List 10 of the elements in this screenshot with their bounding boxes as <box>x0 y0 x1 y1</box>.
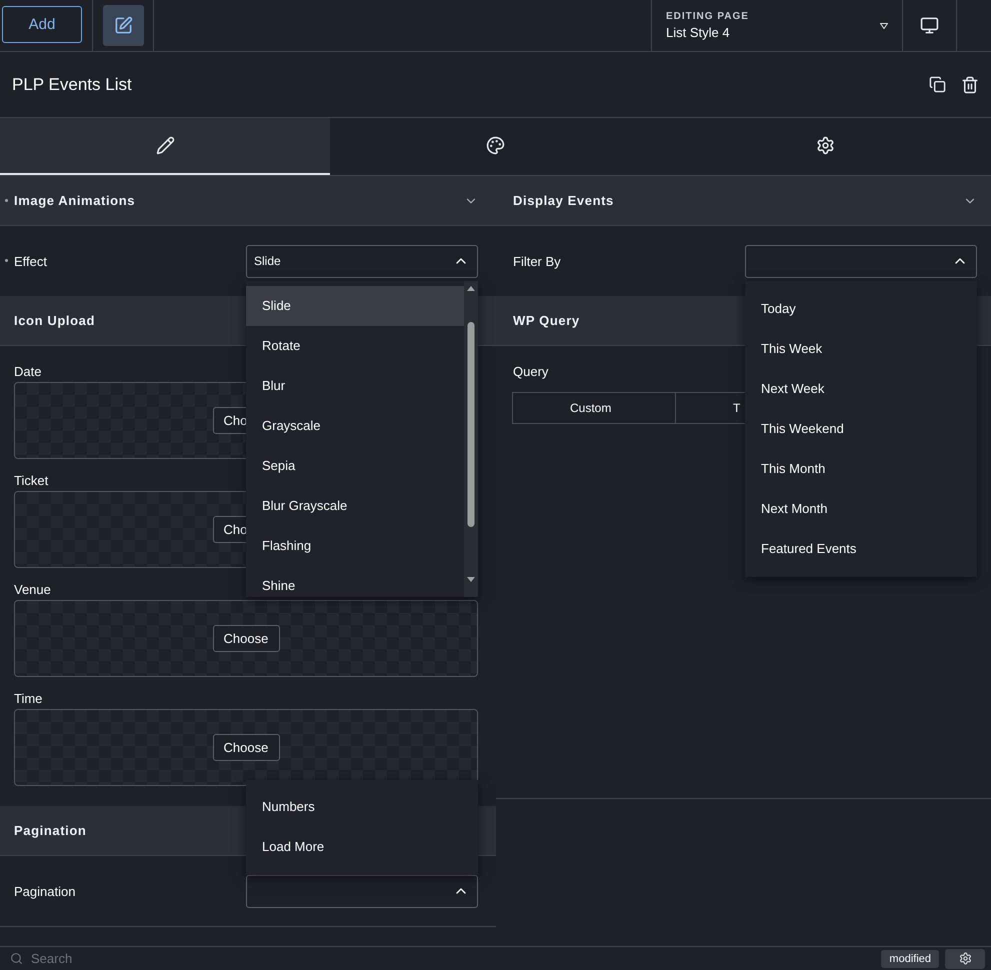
field-label: Venue <box>14 582 51 597</box>
field-label: Ticket <box>14 473 48 488</box>
field-label: Effect <box>14 254 48 268</box>
field-label: Date <box>14 364 42 379</box>
field-label: Query <box>513 364 550 379</box>
field-label: Pagination <box>14 884 76 898</box>
field-label: Filter By <box>513 254 562 268</box>
field-label: Time <box>14 691 42 706</box>
widget-title: PLP Events List <box>12 74 133 94</box>
status-badge: modified <box>881 950 939 968</box>
